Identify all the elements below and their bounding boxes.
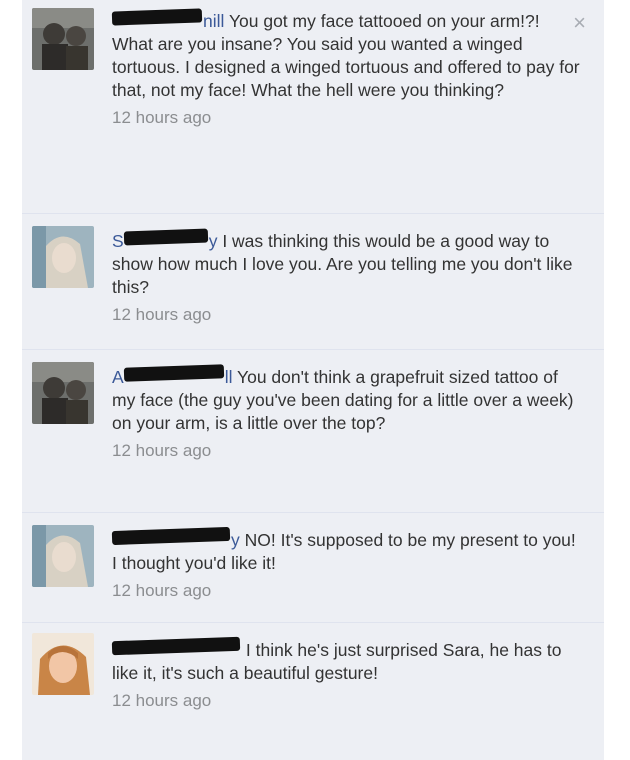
comment-timestamp[interactable]: 12 hours ago <box>112 303 580 326</box>
avatar[interactable] <box>32 525 94 587</box>
avatar[interactable] <box>32 362 94 424</box>
comment-author-tail[interactable]: y <box>231 530 240 550</box>
comment-body: nill You got my face tattooed on your ar… <box>111 8 580 129</box>
comment-body: y NO! It's supposed to be my present to … <box>111 526 580 602</box>
redaction-mark <box>123 228 208 246</box>
redaction-mark <box>111 8 203 26</box>
comment-text: You got my face tattooed on your arm!?! … <box>112 11 580 100</box>
redaction-mark <box>123 364 224 382</box>
avatar[interactable] <box>32 226 94 288</box>
comment-item: nill You got my face tattooed on your ar… <box>22 0 604 214</box>
comment-author[interactable]: A <box>112 367 124 387</box>
comment-timestamp[interactable]: 12 hours ago <box>112 579 580 602</box>
comment-author[interactable]: nill <box>203 11 224 31</box>
avatar[interactable] <box>32 633 94 695</box>
comment-author-tail[interactable]: y <box>209 231 218 251</box>
comment-item: y NO! It's supposed to be my present to … <box>22 513 604 623</box>
comment-item: Sy I was thinking this would be a good w… <box>22 214 604 350</box>
comment-author[interactable]: S <box>112 231 124 251</box>
comment-body: All You don't think a grapefruit sized t… <box>112 364 580 462</box>
comment-timestamp[interactable]: 12 hours ago <box>112 689 580 712</box>
comment-timestamp[interactable]: 12 hours ago <box>112 106 580 129</box>
avatar[interactable] <box>32 8 94 70</box>
comment-author-tail[interactable]: ll <box>225 367 233 387</box>
comment-body: Sy I was thinking this would be a good w… <box>112 228 580 326</box>
close-icon[interactable]: × <box>573 12 586 34</box>
comment-item: I think he's just surprised Sara, he has… <box>22 623 604 760</box>
comment-timestamp[interactable]: 12 hours ago <box>112 439 580 462</box>
redaction-mark <box>111 526 231 546</box>
comment-body: I think he's just surprised Sara, he has… <box>111 636 580 712</box>
comment-item: All You don't think a grapefruit sized t… <box>22 350 604 513</box>
redaction-mark <box>111 636 241 656</box>
